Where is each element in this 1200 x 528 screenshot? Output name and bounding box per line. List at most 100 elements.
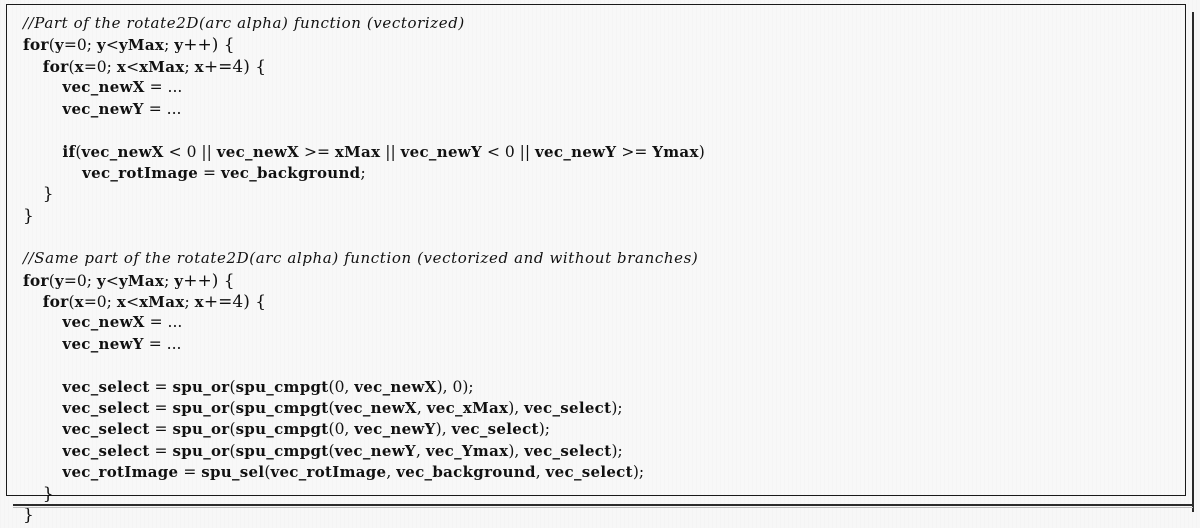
code-line: if(vec_newX < 0 || vec_newX >= xMax || v… [23,141,1177,162]
code-operator: = ... [144,313,183,332]
code-identifier: vec_Ymax [425,441,509,460]
code-line: for(y=0; y<yMax; y++) { [23,270,1177,291]
code-operator: ; [360,163,366,182]
code-operator: = [198,163,221,182]
code-identifier: vec_newX [62,313,145,332]
code-identifier: vec_background [396,463,536,482]
code-identifier: spu_cmpgt [235,420,329,439]
code-line: vec_select = spu_or(spu_cmpgt(0, vec_new… [23,419,1177,440]
code-brace: } [42,483,54,504]
code-operator: < 0 || [482,143,536,162]
code-line: } [23,505,1177,526]
code-operator: ), [508,399,525,418]
code-identifier: vec_newY [62,334,144,353]
code-identifier: vec_newX [354,377,437,396]
code-identifier: vec_newY [400,143,483,162]
code-line: vec_newY = ... [23,334,1177,355]
code-identifier: x [194,293,204,312]
code-identifier: y [174,36,184,55]
code-operator: , [416,399,427,418]
code-brace: ++) { [183,35,235,56]
code-identifier: x [74,293,84,312]
code-identifier: xMax [334,143,381,162]
code-identifier: vec_rotImage [270,463,387,482]
code-line: } [23,484,1177,505]
code-identifier: vec_select [524,441,612,460]
code-line: vec_select = spu_or(spu_cmpgt(vec_newX, … [23,398,1177,419]
code-operator: ; [184,293,195,312]
code-operator: ); [538,420,551,439]
code-operator: =0; [63,36,97,55]
page-edge-rule-right [1192,12,1194,512]
code-comment: //Part of the rotate2D(arc alpha) functi… [23,14,465,32]
code-operator: , [535,463,546,482]
code-identifier: vec_rotImage [82,163,199,182]
code-identifier: vec_newX [334,399,417,418]
code-operator: < [105,271,119,290]
code-identifier: vec_newY [354,420,436,439]
code-listing-frame: //Part of the rotate2D(arc alpha) functi… [6,4,1186,525]
code-identifier: vec_select [62,420,150,439]
code-identifier: spu_or [172,420,230,439]
code-identifier: spu_cmpgt [235,377,329,396]
code-operator: = [149,420,173,439]
code-identifier: yMax [118,271,165,290]
code-identifier: xMax [139,57,185,76]
code-operator: ), [508,441,525,460]
code-operator: , [386,463,397,482]
code-identifier: y [96,36,106,55]
code-identifier: x [116,293,127,312]
code-keyword: for [23,270,49,290]
code-operator: ); [611,399,623,418]
code-identifier: y [54,36,64,55]
code-identifier: vec_newX [216,143,300,162]
code-line: vec_newX = ... [23,77,1177,98]
code-operator: = [178,463,202,482]
code-operator: (0, [328,420,355,439]
code-identifier: vec_background [220,163,361,182]
code-identifier: x [116,57,127,76]
code-brace: +=4) { [203,56,267,77]
code-identifier: xMax [139,293,185,312]
code-line: vec_select = spu_or(spu_cmpgt(vec_newY, … [23,441,1177,462]
code-listing-body: //Part of the rotate2D(arc alpha) functi… [23,13,1177,526]
code-line: for(x=0; x<xMax; x+=4) { [23,56,1177,77]
code-operator: = ... [144,78,183,97]
code-identifier: vec_select [62,399,150,418]
code-identifier: Ymax [652,143,699,162]
code-identifier: spu_cmpgt [235,441,329,460]
code-identifier: vec_newY [62,99,144,118]
code-line: vec_rotImage = vec_background; [23,163,1177,184]
code-identifier: vec_select [451,420,539,439]
code-operator: =0; [83,293,117,312]
code-keyword: for [42,292,69,312]
code-line: } [23,184,1177,205]
code-identifier: yMax [118,36,165,55]
code-identifier: vec_newX [62,78,145,97]
code-line: } [23,206,1177,227]
code-identifier: vec_newY [535,143,617,162]
code-operator: < 0 || [163,143,217,162]
code-operator: ); [632,463,645,482]
code-operator: ; [164,271,175,290]
code-operator: = [149,399,173,418]
code-operator: >= [616,143,653,162]
code-line: vec_rotImage = spu_sel(vec_rotImage, vec… [23,462,1177,483]
figure-page: //Part of the rotate2D(arc alpha) functi… [0,0,1200,528]
code-brace: +=4) { [203,292,267,313]
horizontal-rule-primary [13,504,1193,506]
code-identifier: x [74,57,84,76]
code-identifier: vec_newY [334,441,416,460]
code-identifier: vec_select [62,377,150,396]
code-operator: , [415,441,426,460]
code-keyword: for [23,35,49,55]
